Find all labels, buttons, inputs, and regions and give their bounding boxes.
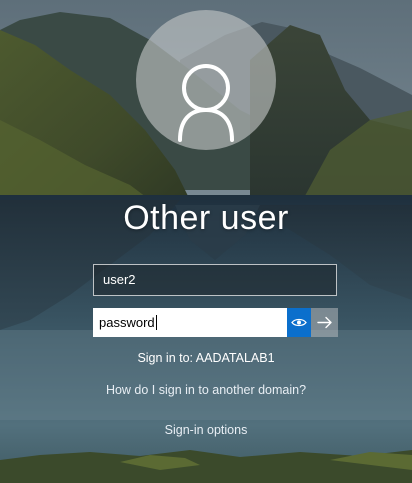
submit-button[interactable] [311, 308, 338, 337]
arrow-right-icon [317, 316, 332, 329]
password-input[interactable]: password [93, 308, 287, 337]
password-input-text: password [99, 315, 155, 330]
sign-in-domain-label: Sign in to: AADATALAB1 [137, 351, 275, 365]
reveal-password-button[interactable] [287, 308, 311, 337]
password-row: password [93, 308, 338, 337]
eye-icon [291, 318, 307, 327]
user-display-name: Other user [123, 199, 289, 237]
sign-in-options-link[interactable]: Sign-in options [0, 422, 412, 438]
person-outline-icon [178, 64, 234, 142]
user-avatar [136, 10, 276, 150]
username-input[interactable]: user2 [93, 264, 337, 296]
other-domain-link[interactable]: How do I sign in to another domain? [0, 382, 412, 398]
text-cursor [155, 315, 157, 330]
